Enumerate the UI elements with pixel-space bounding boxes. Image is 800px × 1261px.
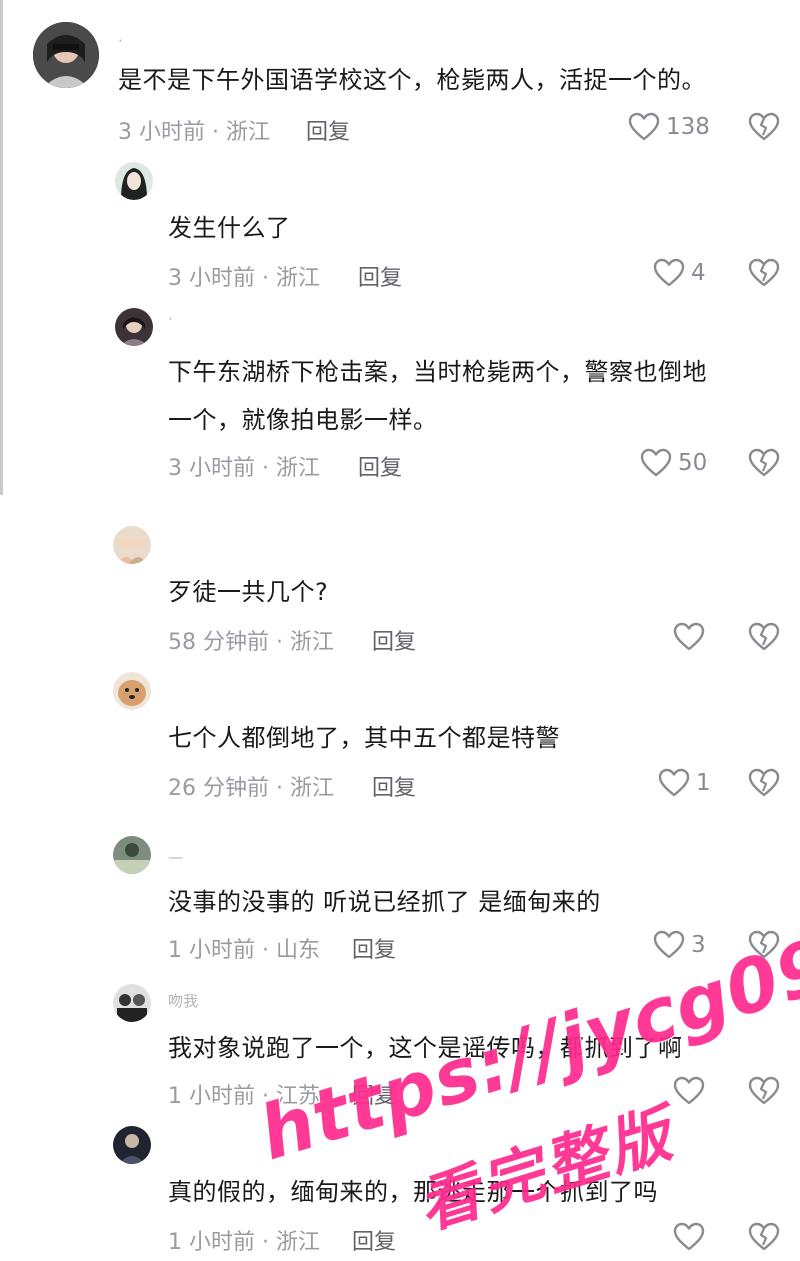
avatar[interactable] — [113, 836, 151, 874]
reply-button[interactable]: 回复 — [372, 624, 416, 656]
comment-text-line: 一个，就像拍电影一样。 — [168, 406, 438, 434]
reply-item: 发生什么了 3 小时前 · 浙江 回复 4 — [0, 160, 800, 300]
like-count: 4 — [691, 260, 706, 286]
heart-icon — [640, 448, 672, 478]
comment-text-line: 七个人都倒地了，其中五个都是特警 — [168, 724, 560, 752]
heart-icon — [628, 112, 660, 142]
broken-heart-icon — [748, 622, 780, 652]
like-button[interactable]: 4 — [653, 258, 706, 288]
comment-text: 七个人都倒地了，其中五个都是特警 — [168, 718, 560, 758]
avatar[interactable] — [113, 526, 151, 564]
avatar[interactable] — [113, 984, 151, 1022]
like-button[interactable] — [673, 622, 705, 652]
comment-meta: 1 小时前 · 浙江 — [168, 1230, 320, 1255]
like-button[interactable] — [673, 1076, 705, 1106]
reply-button[interactable]: 回复 — [352, 932, 396, 964]
comment-text: 是不是下午外国语学校这个，枪毙两人，活捉一个的。 — [118, 60, 706, 100]
avatar[interactable] — [113, 672, 151, 710]
avatar[interactable] — [115, 308, 153, 346]
comment-text: 没事的没事的 听说已经抓了 是缅甸来的 — [168, 882, 601, 922]
reply-button[interactable]: 回复 — [306, 114, 350, 146]
comment-text-line: 没事的没事的 听说已经抓了 是缅甸来的 — [168, 888, 601, 916]
like-button[interactable]: 50 — [640, 448, 707, 478]
like-count: 3 — [691, 932, 706, 958]
like-button[interactable]: 1 — [658, 768, 711, 798]
comment-meta: 58 分钟前 · 浙江 — [168, 630, 334, 655]
like-count: 50 — [678, 450, 708, 476]
broken-heart-icon — [748, 112, 780, 142]
reply-item: 真的假的，缅甸来的，那逃走那一个抓到了吗 1 小时前 · 浙江 回复 — [0, 1120, 800, 1261]
comment-text-line: 发生什么了 — [168, 214, 291, 242]
reply-item: — 没事的没事的 听说已经抓了 是缅甸来的 1 小时前 · 山东 回复 3 — [0, 830, 800, 980]
comment-text: 下午东湖桥下枪击案，当时枪毙两个，警察也倒地 一个，就像拍电影一样。 — [168, 352, 707, 440]
like-button[interactable]: 138 — [628, 112, 710, 142]
comment-username[interactable]: · — [118, 32, 123, 50]
avatar[interactable] — [115, 162, 153, 200]
like-button[interactable]: 3 — [653, 930, 706, 960]
broken-heart-icon — [748, 768, 780, 798]
heart-icon — [653, 930, 685, 960]
comment-meta: 3 小时前 · 浙江 — [168, 456, 320, 481]
comment-username[interactable]: · — [168, 310, 173, 328]
like-button[interactable] — [673, 1222, 705, 1252]
avatar[interactable] — [113, 1126, 151, 1164]
comment-item: · 是不是下午外国语学校这个，枪毙两人，活捉一个的。 3 小时前 · 浙江 回复… — [0, 0, 800, 160]
dislike-button[interactable] — [748, 1222, 780, 1252]
heart-icon — [673, 1076, 705, 1106]
comment-meta: 26 分钟前 · 浙江 — [168, 776, 334, 801]
heart-icon — [653, 258, 685, 288]
comment-text: 歹徒一共几个? — [168, 572, 328, 612]
comment-text-line: 下午东湖桥下枪击案，当时枪毙两个，警察也倒地 — [168, 358, 707, 386]
avatar[interactable] — [33, 22, 99, 88]
reply-button[interactable]: 回复 — [352, 1224, 396, 1256]
reply-item: 歹徒一共几个? 58 分钟前 · 浙江 回复 — [0, 520, 800, 670]
broken-heart-icon — [748, 1222, 780, 1252]
comment-username[interactable]: 吻我 — [168, 990, 198, 1011]
dislike-button[interactable] — [748, 112, 780, 142]
reply-button[interactable]: 回复 — [372, 770, 416, 802]
reply-item: · 下午东湖桥下枪击案，当时枪毙两个，警察也倒地 一个，就像拍电影一样。 3 小… — [0, 300, 800, 500]
dislike-button[interactable] — [748, 448, 780, 478]
dislike-button[interactable] — [748, 258, 780, 288]
like-count: 1 — [696, 770, 711, 796]
heart-icon — [673, 622, 705, 652]
broken-heart-icon — [748, 1076, 780, 1106]
reply-button[interactable]: 回复 — [358, 450, 402, 482]
like-count: 138 — [666, 114, 710, 140]
comment-text: 发生什么了 — [168, 208, 291, 248]
dislike-button[interactable] — [748, 1076, 780, 1106]
heart-icon — [673, 1222, 705, 1252]
broken-heart-icon — [748, 448, 780, 478]
comment-meta: 3 小时前 · 浙江 — [118, 120, 270, 145]
comment-username[interactable]: — — [168, 848, 183, 866]
broken-heart-icon — [748, 258, 780, 288]
comment-meta: 3 小时前 · 浙江 — [168, 266, 320, 291]
comment-text-line: 歹徒一共几个? — [168, 578, 329, 606]
dislike-button[interactable] — [748, 622, 780, 652]
comment-meta: 1 小时前 · 山东 — [168, 938, 320, 963]
comment-text-line: 是不是下午外国语学校这个，枪毙两人，活捉一个的。 — [118, 66, 706, 94]
heart-icon — [658, 768, 690, 798]
reply-button[interactable]: 回复 — [358, 260, 402, 292]
reply-item: 七个人都倒地了，其中五个都是特警 26 分钟前 · 浙江 回复 1 — [0, 670, 800, 820]
dislike-button[interactable] — [748, 768, 780, 798]
